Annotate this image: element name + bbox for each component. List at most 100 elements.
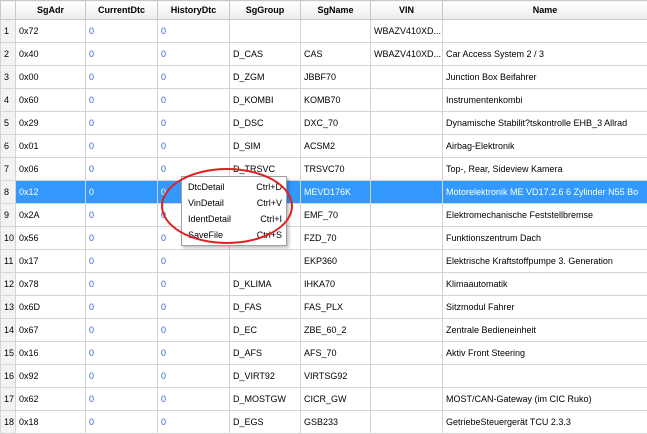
table-row[interactable]: 100x5600FZD_70Funktionszentrum Dach	[1, 227, 647, 250]
cell-vin[interactable]	[371, 181, 443, 204]
cell-sgadr[interactable]: 0x29	[16, 112, 86, 135]
cell-currentdtc[interactable]: 0	[86, 388, 158, 411]
table-row[interactable]: 110x1700EKP360Elektrische Kraftstoffpump…	[1, 250, 647, 273]
cell-sgname[interactable]: FAS_PLX	[301, 296, 371, 319]
table-row[interactable]: 50x2900D_DSCDXC_70Dynamische Stabilit?ts…	[1, 112, 647, 135]
cell-vin[interactable]	[371, 89, 443, 112]
table-row[interactable]: 10x7200WBAZV410XD...	[1, 20, 647, 43]
table-row[interactable]: 20x4000D_CASCASWBAZV410XD...Car Access S…	[1, 43, 647, 66]
cell-sggroup[interactable]: D_EGS	[230, 411, 301, 434]
cell-rownum[interactable]: 15	[1, 342, 16, 365]
cell-sgadr[interactable]: 0x72	[16, 20, 86, 43]
cell-vin[interactable]: WBAZV410XD...	[371, 20, 443, 43]
cell-vin[interactable]	[371, 296, 443, 319]
cell-currentdtc[interactable]: 0	[86, 365, 158, 388]
cell-sgname[interactable]: KOMB70	[301, 89, 371, 112]
cell-sggroup[interactable]: D_EC	[230, 319, 301, 342]
cell-sgname[interactable]: CICR_GW	[301, 388, 371, 411]
cell-sggroup[interactable]	[230, 20, 301, 43]
header-vin[interactable]: VIN	[371, 1, 443, 20]
cell-name[interactable]: Car Access System 2 / 3	[443, 43, 647, 66]
cell-sggroup[interactable]: D_KLIMA	[230, 273, 301, 296]
cell-sgname[interactable]: ACSM2	[301, 135, 371, 158]
cell-currentdtc[interactable]: 0	[86, 112, 158, 135]
cell-sggroup[interactable]: D_ZGM	[230, 66, 301, 89]
cell-sgname[interactable]: FZD_70	[301, 227, 371, 250]
table-row[interactable]: 70x0600D_TRSVCTRSVC70Top-, Rear, Sidevie…	[1, 158, 647, 181]
cell-historydtc[interactable]: 0	[158, 135, 230, 158]
cell-currentdtc[interactable]: 0	[86, 158, 158, 181]
cell-sggroup[interactable]	[230, 250, 301, 273]
cell-sggroup[interactable]: D_AFS	[230, 342, 301, 365]
cell-historydtc[interactable]: 0	[158, 365, 230, 388]
cell-historydtc[interactable]: 0	[158, 250, 230, 273]
cell-historydtc[interactable]: 0	[158, 66, 230, 89]
cell-vin[interactable]	[371, 273, 443, 296]
cell-sggroup[interactable]: D_DSC	[230, 112, 301, 135]
table-row[interactable]: 60x0100D_SIMACSM2Airbag-Elektronik	[1, 135, 647, 158]
cell-name[interactable]: Klimaautomatik	[443, 273, 647, 296]
cell-name[interactable]: GetriebeSteuergerät TCU 2.3.3	[443, 411, 647, 434]
cell-sggroup[interactable]: D_SIM	[230, 135, 301, 158]
cell-vin[interactable]	[371, 319, 443, 342]
cell-vin[interactable]	[371, 365, 443, 388]
cell-sgadr[interactable]: 0x60	[16, 89, 86, 112]
cell-historydtc[interactable]: 0	[158, 388, 230, 411]
cell-name[interactable]: Elektromechanische Feststellbremse	[443, 204, 647, 227]
cell-sgname[interactable]: IHKA70	[301, 273, 371, 296]
header-name[interactable]: Name	[443, 1, 647, 20]
cell-name[interactable]: Top-, Rear, Sideview Kamera	[443, 158, 647, 181]
cell-sgadr[interactable]: 0x40	[16, 43, 86, 66]
cell-rownum[interactable]: 14	[1, 319, 16, 342]
cell-currentdtc[interactable]: 0	[86, 227, 158, 250]
cell-sgname[interactable]: EMF_70	[301, 204, 371, 227]
cell-rownum[interactable]: 17	[1, 388, 16, 411]
cell-sgadr[interactable]: 0x62	[16, 388, 86, 411]
cell-name[interactable]: Instrumentenkombi	[443, 89, 647, 112]
table-row[interactable]: 40x6000D_KOMBIKOMB70Instrumentenkombi	[1, 89, 647, 112]
cell-historydtc[interactable]: 0	[158, 296, 230, 319]
cell-rownum[interactable]: 9	[1, 204, 16, 227]
cell-currentdtc[interactable]: 0	[86, 342, 158, 365]
table-row[interactable]: 160x9200D_VIRT92VIRTSG92	[1, 365, 647, 388]
cell-vin[interactable]	[371, 342, 443, 365]
cell-sgname[interactable]	[301, 20, 371, 43]
cell-rownum[interactable]: 6	[1, 135, 16, 158]
cell-vin[interactable]	[371, 135, 443, 158]
cell-sgname[interactable]: GSB233	[301, 411, 371, 434]
cell-sggroup[interactable]: D_CAS	[230, 43, 301, 66]
cell-vin[interactable]	[371, 204, 443, 227]
header-historydtc[interactable]: HistoryDtc	[158, 1, 230, 20]
cell-sggroup[interactable]: D_MOSTGW	[230, 388, 301, 411]
cell-vin[interactable]	[371, 250, 443, 273]
cell-sgname[interactable]: MEVD176K	[301, 181, 371, 204]
cell-vin[interactable]: WBAZV410XD...	[371, 43, 443, 66]
menu-item-dtcdetail[interactable]: DtcDetail Ctrl+D	[182, 179, 286, 195]
cell-historydtc[interactable]: 0	[158, 319, 230, 342]
cell-currentdtc[interactable]: 0	[86, 250, 158, 273]
cell-vin[interactable]	[371, 411, 443, 434]
cell-vin[interactable]	[371, 66, 443, 89]
cell-name[interactable]: Elektrische Kraftstoffpumpe 3. Generatio…	[443, 250, 647, 273]
cell-sgadr[interactable]: 0x67	[16, 319, 86, 342]
cell-currentdtc[interactable]: 0	[86, 319, 158, 342]
cell-rownum[interactable]: 11	[1, 250, 16, 273]
cell-sggroup[interactable]: D_FAS	[230, 296, 301, 319]
cell-currentdtc[interactable]: 0	[86, 66, 158, 89]
header-sggroup[interactable]: SgGroup	[230, 1, 301, 20]
cell-currentdtc[interactable]: 0	[86, 204, 158, 227]
cell-historydtc[interactable]: 0	[158, 89, 230, 112]
cell-sgname[interactable]: AFS_70	[301, 342, 371, 365]
cell-sggroup[interactable]: D_VIRT92	[230, 365, 301, 388]
table-row[interactable]: 80x1200D_MOTORMEVD176KMotorelektronik ME…	[1, 181, 647, 204]
cell-currentdtc[interactable]: 0	[86, 89, 158, 112]
cell-historydtc[interactable]: 0	[158, 112, 230, 135]
header-sgname[interactable]: SgName	[301, 1, 371, 20]
cell-name[interactable]: Motorelektronik ME VD17.2.6 6 Zylinder N…	[443, 181, 647, 204]
cell-sgadr[interactable]: 0x16	[16, 342, 86, 365]
cell-name[interactable]: MOST/CAN-Gateway (im CIC Ruko)	[443, 388, 647, 411]
cell-sgadr[interactable]: 0x12	[16, 181, 86, 204]
cell-currentdtc[interactable]: 0	[86, 296, 158, 319]
cell-sgadr[interactable]: 0x06	[16, 158, 86, 181]
cell-vin[interactable]	[371, 112, 443, 135]
